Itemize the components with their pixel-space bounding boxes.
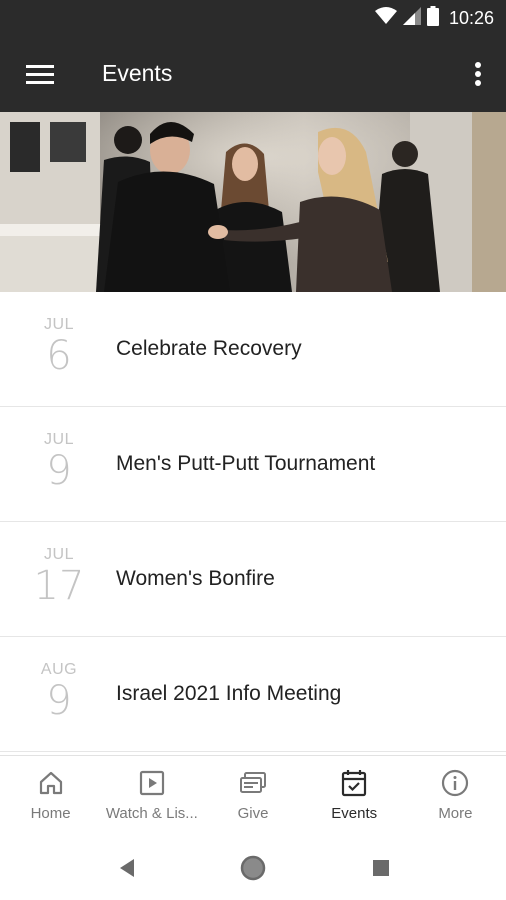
event-title: Men's Putt-Putt Tournament [116, 452, 376, 475]
list-item[interactable]: AUG 9 Israel 2021 Info Meeting [0, 637, 506, 752]
list-item[interactable]: JUL 17 Women's Bonfire [0, 522, 506, 637]
event-day: 17 [33, 563, 85, 609]
bottom-nav: Home Watch & Lis... Give Events More [0, 755, 506, 835]
list-item[interactable]: JUL 6 Celebrate Recovery [0, 292, 506, 407]
event-day: 9 [46, 448, 72, 494]
nav-item-events[interactable]: Events [304, 756, 405, 835]
nav-item-give[interactable]: Give [202, 756, 303, 835]
list-item[interactable]: JUL 9 Men's Putt-Putt Tournament [0, 407, 506, 522]
calendar-check-icon [340, 769, 368, 797]
page-title: Events [102, 60, 173, 86]
event-month: AUG [40, 661, 78, 678]
status-bar: 10:26 [0, 0, 506, 36]
event-list: JUL 6 Celebrate Recovery JUL 9 Men's Put… [0, 292, 506, 752]
event-month: JUL [44, 546, 74, 563]
event-day: 6 [46, 333, 72, 379]
recents-square-icon[interactable] [366, 853, 396, 883]
event-title: Israel 2021 Info Meeting [116, 682, 342, 705]
nav-item-watch-listen[interactable]: Watch & Lis... [101, 756, 202, 835]
nav-label: More [438, 805, 473, 822]
status-time: 10:26 [448, 7, 494, 28]
info-icon [441, 769, 469, 797]
nav-item-more[interactable]: More [405, 756, 506, 835]
event-date: JUL 6 [28, 316, 90, 378]
nav-label: Give [237, 805, 269, 822]
event-date: JUL 17 [28, 546, 90, 608]
event-day: 9 [46, 678, 72, 724]
event-date: AUG 9 [28, 661, 90, 723]
app-bar: Events [0, 36, 506, 112]
event-month: JUL [44, 316, 74, 333]
event-banner-photo [0, 112, 506, 292]
nav-label: Events [331, 805, 378, 822]
event-month: JUL [44, 431, 74, 448]
event-title: Celebrate Recovery [116, 337, 302, 360]
status-icons: 10:26 [374, 5, 494, 31]
signal-icon [402, 6, 421, 30]
event-date: JUL 9 [28, 431, 90, 493]
battery-icon [426, 5, 439, 31]
give-icon [239, 769, 267, 797]
system-nav-bar [0, 835, 506, 900]
nav-label: Watch & Lis... [105, 805, 198, 822]
nav-item-home[interactable]: Home [0, 756, 101, 835]
back-icon[interactable] [112, 853, 142, 883]
home-circle-icon[interactable] [238, 853, 268, 883]
home-icon [37, 769, 65, 797]
play-icon [138, 769, 166, 797]
event-title: Women's Bonfire [116, 567, 275, 590]
hamburger-menu-icon[interactable] [22, 58, 58, 90]
wifi-icon [374, 6, 397, 30]
more-vert-icon[interactable] [466, 58, 490, 90]
nav-label: Home [30, 805, 71, 822]
